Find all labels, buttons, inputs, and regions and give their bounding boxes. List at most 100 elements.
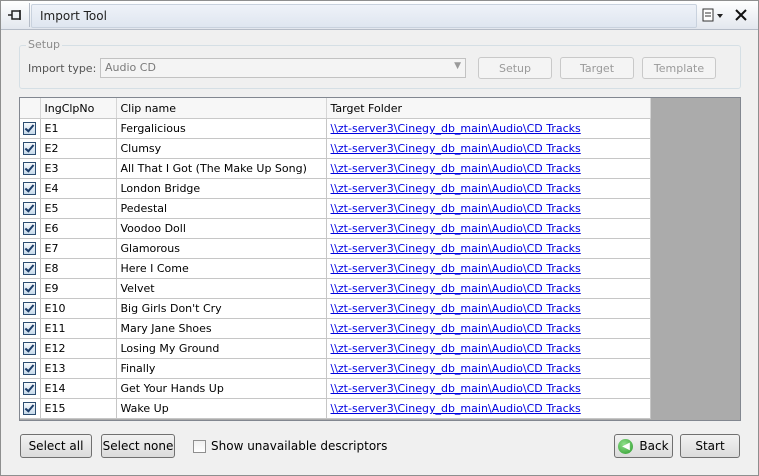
target-folder-link[interactable]: \\zt-server3\Cinegy_db_main\Audio\CD Tra… [331,242,581,255]
select-none-button[interactable]: Select none [101,434,175,458]
target-folder-link[interactable]: \\zt-server3\Cinegy_db_main\Audio\CD Tra… [331,202,581,215]
checkbox-checked-icon[interactable] [23,382,37,396]
cell-target-folder[interactable]: \\zt-server3\Cinegy_db_main\Audio\CD Tra… [326,138,651,159]
checkbox-checked-icon[interactable] [23,322,37,336]
row-checkbox-cell[interactable] [20,298,41,319]
cell-target-folder[interactable]: \\zt-server3\Cinegy_db_main\Audio\CD Tra… [326,258,651,279]
cell-target-folder[interactable]: \\zt-server3\Cinegy_db_main\Audio\CD Tra… [326,198,651,219]
cell-ingclpno: E14 [40,378,117,399]
table-row[interactable]: E8 Here I Come \\zt-server3\Cinegy_db_main… [20,258,651,279]
show-unavailable-label: Show unavailable descriptors [211,439,388,453]
cell-target-folder[interactable]: \\zt-server3\Cinegy_db_main\Audio\CD Tra… [326,178,651,199]
row-checkbox-cell[interactable] [20,178,41,199]
row-checkbox-cell[interactable] [20,318,41,339]
row-checkbox-cell[interactable] [20,358,41,379]
table-row[interactable]: E11 Mary Jane Shoes \\zt-server3\Cinegy_db… [20,318,651,339]
row-checkbox-cell[interactable] [20,278,41,299]
checkbox-checked-icon[interactable] [23,122,37,136]
checkbox-checked-icon[interactable] [23,402,37,416]
table-row[interactable]: E14 Get Your Hands Up \\zt-server3\Cinegy_… [20,378,651,399]
cell-target-folder[interactable]: \\zt-server3\Cinegy_db_main\Audio\CD Tra… [326,118,651,139]
cell-target-folder[interactable]: \\zt-server3\Cinegy_db_main\Audio\CD Tra… [326,278,651,299]
cell-target-folder[interactable]: \\zt-server3\Cinegy_db_main\Audio\CD Tra… [326,318,651,339]
cell-target-folder[interactable]: \\zt-server3\Cinegy_db_main\Audio\CD Tra… [326,378,651,399]
table-row[interactable]: E7 Glamorous \\zt-server3\Cinegy_db_main\A… [20,238,651,259]
table-row[interactable]: E6 Voodoo Doll \\zt-server3\Cinegy_db_main… [20,218,651,239]
cell-ingclpno: E12 [40,338,117,359]
row-checkbox-cell[interactable] [20,238,41,259]
show-unavailable-checkbox[interactable] [193,439,206,453]
target-folder-link[interactable]: \\zt-server3\Cinegy_db_main\Audio\CD Tra… [331,262,581,275]
checkbox-checked-icon[interactable] [23,182,37,196]
row-checkbox-cell[interactable] [20,258,41,279]
cell-target-folder[interactable]: \\zt-server3\Cinegy_db_main\Audio\CD Tra… [326,158,651,179]
import-type-select[interactable]: Audio CD ▼ [100,58,466,78]
row-checkbox-cell[interactable] [20,218,41,239]
target-folder-link[interactable]: \\zt-server3\Cinegy_db_main\Audio\CD Tra… [331,382,581,395]
table-row[interactable]: E15 Wake Up \\zt-server3\Cinegy_db_main\Au… [20,398,651,419]
template-button[interactable]: Template [642,57,716,79]
checkbox-checked-icon[interactable] [23,282,37,296]
target-folder-link[interactable]: \\zt-server3\Cinegy_db_main\Audio\CD Tra… [331,142,581,155]
header-target-folder[interactable]: Target Folder [326,98,651,119]
pin-icon[interactable] [3,3,30,27]
setup-group: Setup Import type: Audio CD ▼ Setup Targ… [19,38,741,89]
table-row[interactable]: E2 Clumsy \\zt-server3\Cinegy_db_main\Audi… [20,138,651,159]
table-row[interactable]: E10 Big Girls Don't Cry \\zt-server3\Cineg… [20,298,651,319]
row-checkbox-cell[interactable] [20,398,41,419]
header-ingclpno[interactable]: IngClpNo [40,98,117,119]
target-folder-link[interactable]: \\zt-server3\Cinegy_db_main\Audio\CD Tra… [331,282,581,295]
cell-target-folder[interactable]: \\zt-server3\Cinegy_db_main\Audio\CD Tra… [326,358,651,379]
header-check[interactable] [20,98,41,119]
cell-ingclpno: E10 [40,298,117,319]
target-folder-link[interactable]: \\zt-server3\Cinegy_db_main\Audio\CD Tra… [331,162,581,175]
row-checkbox-cell[interactable] [20,198,41,219]
cell-target-folder[interactable]: \\zt-server3\Cinegy_db_main\Audio\CD Tra… [326,298,651,319]
setup-button[interactable]: Setup [478,57,552,79]
checkbox-checked-icon[interactable] [23,302,37,316]
row-checkbox-cell[interactable] [20,338,41,359]
row-checkbox-cell[interactable] [20,378,41,399]
cell-target-folder[interactable]: \\zt-server3\Cinegy_db_main\Audio\CD Tra… [326,238,651,259]
target-folder-link[interactable]: \\zt-server3\Cinegy_db_main\Audio\CD Tra… [331,222,581,235]
options-icon[interactable] [702,5,724,25]
checkbox-checked-icon[interactable] [23,342,37,356]
checkbox-checked-icon[interactable] [23,222,37,236]
target-folder-link[interactable]: \\zt-server3\Cinegy_db_main\Audio\CD Tra… [331,402,581,415]
table-row[interactable]: E3 All That I Got (The Make Up Song) \\zt-… [20,158,651,179]
target-folder-link[interactable]: \\zt-server3\Cinegy_db_main\Audio\CD Tra… [331,122,581,135]
table-row[interactable]: E4 London Bridge \\zt-server3\Cinegy_db_ma… [20,178,651,199]
target-folder-link[interactable]: \\zt-server3\Cinegy_db_main\Audio\CD Tra… [331,322,581,335]
cell-target-folder[interactable]: \\zt-server3\Cinegy_db_main\Audio\CD Tra… [326,338,651,359]
row-checkbox-cell[interactable] [20,138,41,159]
row-checkbox-cell[interactable] [20,118,41,139]
target-folder-link[interactable]: \\zt-server3\Cinegy_db_main\Audio\CD Tra… [331,362,581,375]
checkbox-checked-icon[interactable] [23,162,37,176]
table-row[interactable]: E5 Pedestal \\zt-server3\Cinegy_db_main\Au… [20,198,651,219]
target-folder-link[interactable]: \\zt-server3\Cinegy_db_main\Audio\CD Tra… [331,342,581,355]
table-row[interactable]: E13 Finally \\zt-server3\Cinegy_db_main\Au… [20,358,651,379]
cell-target-folder[interactable]: \\zt-server3\Cinegy_db_main\Audio\CD Tra… [326,218,651,239]
checkbox-checked-icon[interactable] [23,362,37,376]
checkbox-checked-icon[interactable] [23,242,37,256]
target-folder-link[interactable]: \\zt-server3\Cinegy_db_main\Audio\CD Tra… [331,302,581,315]
cell-clip-name: Glamorous [116,238,327,259]
target-folder-link[interactable]: \\zt-server3\Cinegy_db_main\Audio\CD Tra… [331,182,581,195]
table-row[interactable]: E12 Losing My Ground \\zt-server3\Cinegy_d… [20,338,651,359]
back-button[interactable]: ◀ Back [614,434,673,458]
target-button[interactable]: Target [560,57,634,79]
start-button[interactable]: Start [680,434,740,458]
close-icon[interactable] [730,5,752,25]
table-row[interactable]: E9 Velvet \\zt-server3\Cinegy_db_main\Audi… [20,278,651,299]
checkbox-checked-icon[interactable] [23,202,37,216]
cell-ingclpno: E11 [40,318,117,339]
select-all-button[interactable]: Select all [20,434,92,458]
cell-clip-name: Voodoo Doll [116,218,327,239]
show-unavailable-option[interactable]: Show unavailable descriptors [193,439,387,453]
header-clip-name[interactable]: Clip name [116,98,327,119]
cell-target-folder[interactable]: \\zt-server3\Cinegy_db_main\Audio\CD Tra… [326,398,651,419]
row-checkbox-cell[interactable] [20,158,41,179]
checkbox-checked-icon[interactable] [23,262,37,276]
checkbox-checked-icon[interactable] [23,142,37,156]
table-row[interactable]: E1 Fergalicious \\zt-server3\Cinegy_db_mai… [20,118,651,139]
